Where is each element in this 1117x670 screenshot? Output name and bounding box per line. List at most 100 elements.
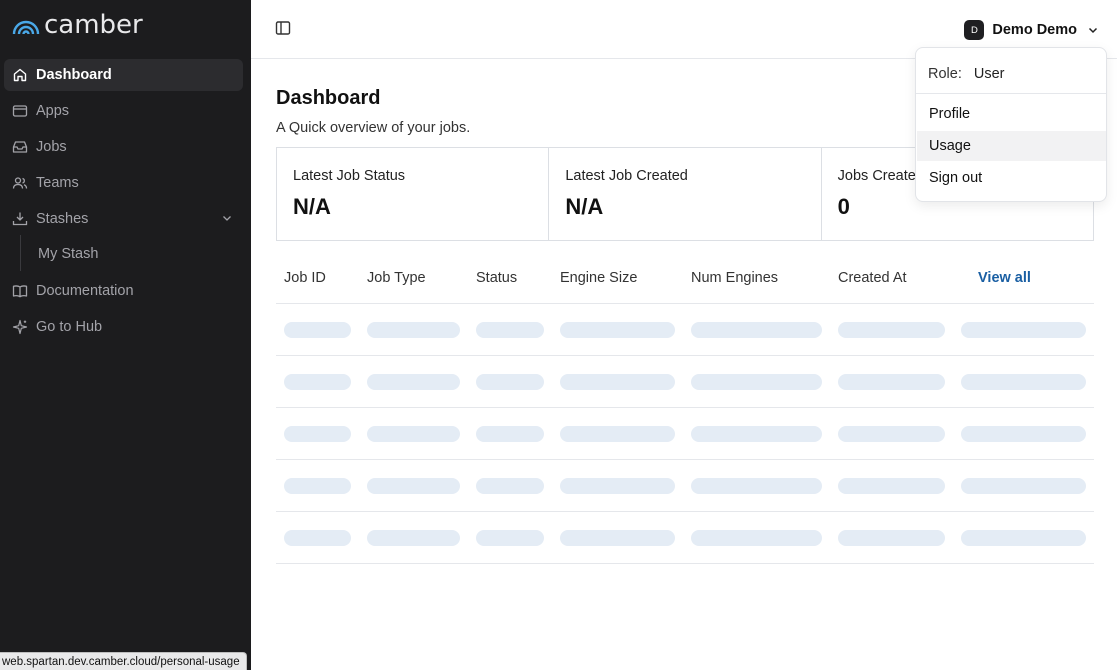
table-row bbox=[276, 304, 1094, 356]
skeleton-placeholder bbox=[961, 478, 1086, 494]
skeleton-placeholder bbox=[691, 322, 822, 338]
skeleton-placeholder bbox=[367, 478, 460, 494]
page-subtitle: A Quick overview of your jobs. bbox=[276, 120, 471, 136]
sidebar-item-label: Jobs bbox=[36, 139, 67, 155]
skeleton-placeholder bbox=[560, 426, 675, 442]
download-tray-icon bbox=[12, 211, 28, 227]
skeleton-placeholder bbox=[367, 530, 460, 546]
column-header-job-type[interactable]: Job Type bbox=[367, 270, 426, 286]
chevron-down-icon[interactable] bbox=[221, 212, 233, 228]
sidebar-nav: Dashboard Apps Jobs Teams Stashes My Sta… bbox=[4, 59, 243, 347]
sidebar-item-stashes[interactable]: Stashes bbox=[4, 203, 243, 235]
skeleton-placeholder bbox=[691, 530, 822, 546]
user-menu-button[interactable]: D Demo Demo bbox=[964, 18, 1099, 42]
table-row bbox=[276, 460, 1094, 512]
inbox-icon bbox=[12, 139, 28, 155]
skeleton-placeholder bbox=[961, 374, 1086, 390]
sidebar-item-label: Apps bbox=[36, 103, 70, 119]
sidebar-item-label: Dashboard bbox=[36, 67, 112, 83]
skeleton-placeholder bbox=[961, 426, 1086, 442]
skeleton-placeholder bbox=[367, 374, 460, 390]
jobs-table: Job ID Job Type Status Engine Size Num E… bbox=[276, 255, 1094, 564]
sidebar-item-label: Go to Hub bbox=[36, 319, 103, 335]
menu-item-usage[interactable]: Usage bbox=[917, 131, 1106, 161]
avatar: D bbox=[964, 20, 985, 40]
sidebar-toggle-button[interactable] bbox=[275, 20, 293, 38]
users-icon bbox=[12, 175, 28, 191]
sidebar-item-label: My Stash bbox=[38, 246, 99, 262]
card-value: N/A bbox=[293, 194, 331, 219]
skeleton-placeholder bbox=[476, 322, 544, 338]
skeleton-placeholder bbox=[838, 374, 945, 390]
skeleton-placeholder bbox=[691, 478, 822, 494]
page-title: Dashboard bbox=[276, 87, 381, 109]
sidebar-item-label: Stashes bbox=[36, 211, 89, 227]
table-row bbox=[276, 408, 1094, 460]
sidebar-item-jobs[interactable]: Jobs bbox=[4, 131, 243, 163]
skeleton-placeholder bbox=[838, 478, 945, 494]
skeleton-placeholder bbox=[838, 530, 945, 546]
column-header-job-id[interactable]: Job ID bbox=[284, 270, 326, 286]
user-name: Demo Demo bbox=[992, 22, 1077, 38]
home-icon bbox=[12, 67, 28, 83]
sidebar-item-dashboard[interactable]: Dashboard bbox=[4, 59, 243, 91]
window-icon bbox=[12, 103, 28, 119]
view-all-link[interactable]: View all bbox=[978, 270, 1031, 286]
skeleton-placeholder bbox=[961, 322, 1086, 338]
table-header: Job ID Job Type Status Engine Size Num E… bbox=[276, 255, 1094, 304]
sidebar-item-go-to-hub[interactable]: Go to Hub bbox=[4, 311, 243, 343]
table-body bbox=[276, 304, 1094, 564]
status-bar-url: web.spartan.dev.camber.cloud/personal-us… bbox=[0, 652, 247, 670]
skeleton-placeholder bbox=[284, 322, 351, 338]
skeleton-placeholder bbox=[476, 530, 544, 546]
sidebar-item-my-stash[interactable]: My Stash bbox=[4, 235, 243, 271]
user-dropdown-menu: Role: User Profile Usage Sign out bbox=[915, 47, 1107, 202]
skeleton-placeholder bbox=[560, 374, 675, 390]
skeleton-placeholder bbox=[476, 426, 544, 442]
sidebar-item-documentation[interactable]: Documentation bbox=[4, 275, 243, 307]
sidebar-item-apps[interactable]: Apps bbox=[4, 95, 243, 127]
column-header-status[interactable]: Status bbox=[476, 270, 517, 286]
skeleton-placeholder bbox=[838, 426, 945, 442]
camber-logo[interactable]: camber bbox=[12, 10, 143, 40]
chevron-down-icon bbox=[1088, 27, 1098, 34]
skeleton-placeholder bbox=[560, 322, 675, 338]
column-header-created-at[interactable]: Created At bbox=[838, 270, 907, 286]
role-row: Role: User bbox=[928, 66, 1004, 82]
skeleton-placeholder bbox=[284, 426, 351, 442]
sidebar-item-teams[interactable]: Teams bbox=[4, 167, 243, 199]
menu-item-sign-out[interactable]: Sign out bbox=[917, 163, 1106, 193]
table-row bbox=[276, 512, 1094, 564]
skeleton-placeholder bbox=[476, 374, 544, 390]
sidebar-item-label: Teams bbox=[36, 175, 79, 191]
sparkle-icon bbox=[12, 319, 28, 335]
skeleton-placeholder bbox=[476, 478, 544, 494]
role-label: Role: bbox=[928, 66, 962, 82]
skeleton-placeholder bbox=[560, 530, 675, 546]
menu-item-profile[interactable]: Profile bbox=[917, 99, 1106, 129]
card-value: N/A bbox=[565, 194, 604, 219]
sidebar: camber Dashboard Apps Jobs Teams Stashes… bbox=[0, 0, 251, 670]
card-label: Latest Job Status bbox=[293, 168, 406, 184]
skeleton-placeholder bbox=[838, 322, 945, 338]
skeleton-placeholder bbox=[560, 478, 675, 494]
skeleton-placeholder bbox=[367, 322, 460, 338]
menu-divider bbox=[916, 93, 1106, 94]
skeleton-placeholder bbox=[691, 426, 822, 442]
logo-text: camber bbox=[44, 10, 143, 40]
column-header-num-engines[interactable]: Num Engines bbox=[691, 270, 778, 286]
sidebar-item-label: Documentation bbox=[36, 283, 134, 299]
skeleton-placeholder bbox=[284, 478, 351, 494]
card-latest-job-created: Latest Job Created N/A bbox=[549, 148, 822, 240]
role-value: User bbox=[973, 66, 1005, 82]
column-header-engine-size[interactable]: Engine Size bbox=[560, 270, 637, 286]
skeleton-placeholder bbox=[367, 426, 460, 442]
skeleton-placeholder bbox=[284, 530, 351, 546]
book-icon bbox=[12, 283, 28, 299]
skeleton-placeholder bbox=[961, 530, 1086, 546]
card-label: Latest Job Created bbox=[565, 168, 688, 184]
card-latest-job-status: Latest Job Status N/A bbox=[277, 148, 550, 240]
table-row bbox=[276, 356, 1094, 408]
skeleton-placeholder bbox=[284, 374, 351, 390]
sidebar-toggle-icon bbox=[275, 21, 291, 35]
